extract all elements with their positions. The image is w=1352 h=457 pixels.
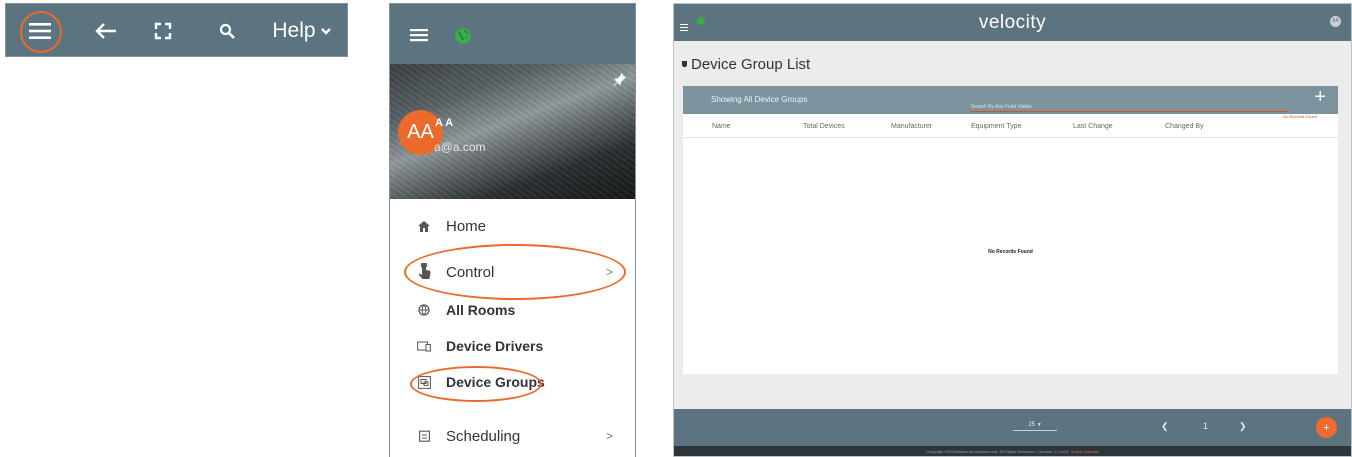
menu-item-scheduling[interactable]: Scheduling > [390, 420, 635, 452]
empty-table-message: No Records Found [988, 249, 1033, 255]
menu-item-label: Scheduling [446, 427, 521, 445]
caret-down-icon: ▼ [1036, 422, 1042, 428]
column-header-total-devices[interactable]: Total Devices [803, 123, 845, 130]
hamburger-icon [410, 29, 428, 42]
chevron-right-icon: > [605, 429, 613, 443]
page-number[interactable]: 1 [1203, 421, 1208, 431]
menu-item-device-drivers[interactable]: Device Drivers [390, 330, 635, 362]
page-title-text: Device Group List [691, 56, 811, 73]
calendar-icon [416, 428, 432, 444]
page-title: Device Group List [682, 56, 810, 73]
table-header: Name Total Devices Manufacturer Equipmen… [683, 114, 1338, 138]
previous-page-button[interactable]: ❮ [1161, 421, 1169, 432]
page-size-value: 25 [1028, 422, 1036, 428]
app-header-bar: velocity AA [674, 4, 1351, 41]
next-page-button[interactable]: ❯ [1239, 421, 1247, 432]
copyright-bar: Copyright ©2022Atlona Inc (atlona.com). … [674, 446, 1351, 456]
gateway-status: Active Gateway [1071, 449, 1099, 454]
menu-item-all-rooms[interactable]: All Rooms [390, 294, 635, 326]
pagination-bar: 25 ▼ ❮ 1 ❯ [674, 409, 1351, 446]
device-bullet-icon [682, 61, 687, 67]
user-avatar-badge[interactable]: AA [1330, 16, 1341, 27]
device-group-table-card: Showing All Device Groups + No Records F… [683, 86, 1338, 374]
home-icon [416, 218, 432, 234]
devices-icon [416, 338, 432, 354]
fullscreen-icon [154, 22, 172, 40]
connection-status-globe-icon [454, 27, 472, 45]
globe-icon [416, 302, 432, 318]
help-label: Help [272, 19, 316, 42]
column-header-equipment-type[interactable]: Equipment Type [971, 123, 1021, 130]
column-header-changed-by[interactable]: Changed By [1165, 123, 1204, 130]
menu-item-label: Device Drivers [446, 338, 544, 354]
side-navigation-menu: AA A A a@a.com Home Control > All Rooms … [389, 3, 636, 457]
top-toolbar: Help [5, 3, 348, 57]
highlight-circle-device-groups [410, 366, 542, 402]
velocity-app-window: velocity AA Device Group List Showing Al… [673, 3, 1352, 457]
column-header-last-change[interactable]: Last Change [1073, 123, 1113, 130]
highlight-circle [20, 11, 62, 53]
table-toolbar: Showing All Device Groups + [683, 86, 1338, 114]
fullscreen-button[interactable] [148, 4, 178, 58]
side-menu-hamburger-button[interactable] [410, 28, 430, 46]
menu-item-label: Home [446, 217, 487, 235]
column-header-manufacturer[interactable]: Manufacturer [891, 123, 932, 130]
user-email: a@a.com [434, 140, 486, 154]
page-size-select[interactable]: 25 ▼ [1013, 422, 1057, 431]
highlight-circle-control [404, 244, 626, 300]
hamburger-menu-button[interactable] [14, 4, 66, 58]
search-button[interactable] [214, 4, 240, 58]
search-input[interactable] [971, 102, 1289, 112]
menu-item-label: All Rooms [446, 302, 516, 318]
back-button[interactable] [90, 4, 122, 58]
copyright-text: Copyright ©2022Atlona Inc (atlona.com). … [926, 449, 1069, 454]
menu-item-home[interactable]: Home [390, 210, 635, 242]
search-icon [219, 23, 235, 39]
help-menu-button[interactable]: Help [268, 4, 336, 58]
showing-label: Showing All Device Groups [711, 95, 808, 104]
pin-icon[interactable] [613, 72, 627, 86]
velocity-logo: velocity [978, 12, 1047, 33]
chevron-down-icon [320, 28, 331, 35]
arrow-left-icon [95, 23, 116, 39]
add-device-group-button[interactable]: + [1314, 87, 1326, 107]
add-fab-button[interactable]: + [1316, 417, 1337, 438]
user-name: A A [435, 117, 454, 129]
column-header-name[interactable]: Name [712, 123, 731, 130]
